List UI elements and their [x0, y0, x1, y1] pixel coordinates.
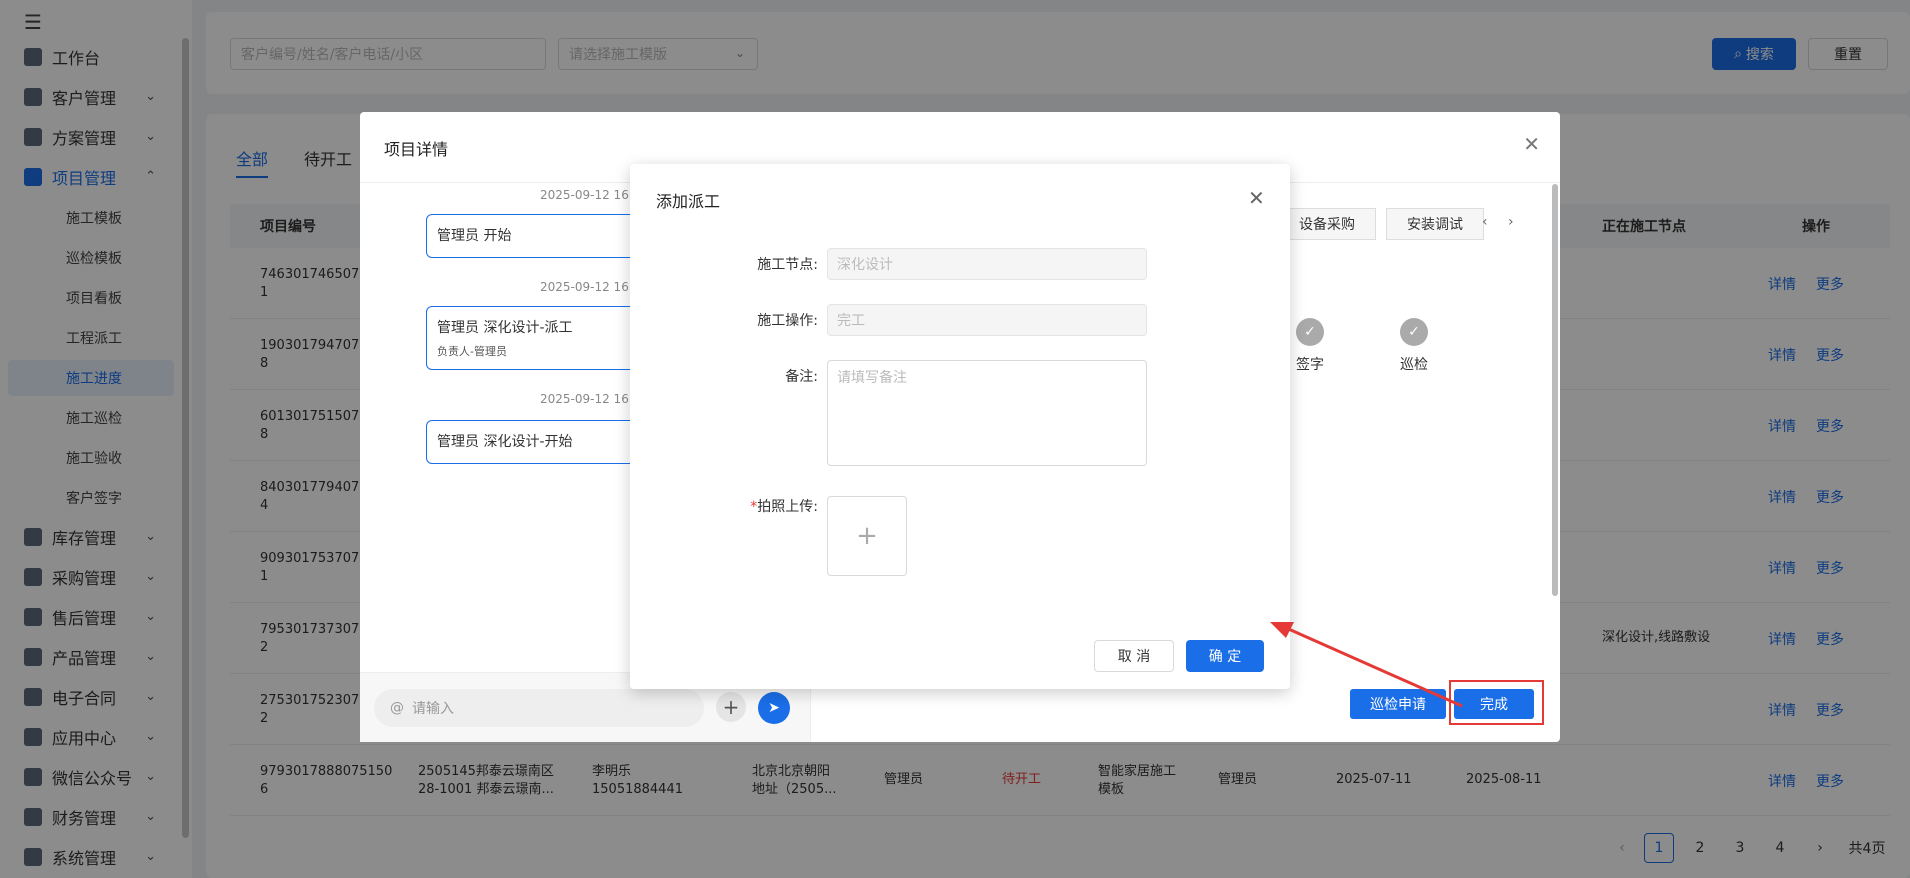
chat-placeholder: 请输入 — [412, 701, 454, 717]
photo-upload[interactable]: + — [827, 496, 907, 576]
tab-install-debug[interactable]: 安装调试 — [1386, 208, 1484, 240]
plus-icon: + — [856, 521, 878, 551]
node-field[interactable]: 深化设计 — [827, 248, 1147, 280]
cancel-button[interactable]: 取 消 — [1094, 640, 1174, 672]
tab-equipment-purchase[interactable]: 设备采购 — [1278, 208, 1376, 240]
remark-label: 备注: — [785, 369, 818, 385]
annotation-arrow-icon — [1270, 622, 1463, 708]
remark-textarea[interactable]: 请填写备注 — [827, 360, 1147, 466]
send-icon[interactable]: ➤ — [758, 692, 790, 724]
node-label: 施工节点: — [757, 257, 818, 273]
add-icon[interactable]: + — [716, 692, 746, 722]
detail-scrollbar[interactable] — [1552, 184, 1558, 596]
add-dispatch-dialog: 添加派工 ✕ 施工节点: 深化设计 施工操作: 完工 备注: 请填写备注 *拍照… — [630, 164, 1290, 689]
chevron-left-icon[interactable]: ‹ — [1482, 214, 1488, 230]
upload-label-text: 拍照上传: — [757, 499, 818, 515]
dialog-title: 添加派工 — [656, 192, 721, 211]
at-icon: @ — [390, 700, 404, 716]
operation-label: 施工操作: — [757, 313, 818, 329]
upload-label: *拍照上传: — [678, 496, 818, 516]
detail-title: 项目详情 — [384, 140, 449, 159]
close-icon[interactable]: ✕ — [1248, 186, 1265, 210]
operation-field[interactable]: 完工 — [827, 304, 1147, 336]
check-icon: ✓ — [1296, 318, 1324, 346]
check-icon: ✓ — [1400, 318, 1428, 346]
chevron-right-icon[interactable]: › — [1508, 214, 1514, 230]
confirm-button[interactable]: 确 定 — [1186, 640, 1264, 672]
step-inspection: ✓ 巡检 — [1384, 318, 1444, 374]
chat-input[interactable]: @ 请输入 — [374, 689, 704, 727]
close-icon[interactable]: ✕ — [1523, 132, 1540, 156]
step-label: 巡检 — [1400, 357, 1428, 373]
